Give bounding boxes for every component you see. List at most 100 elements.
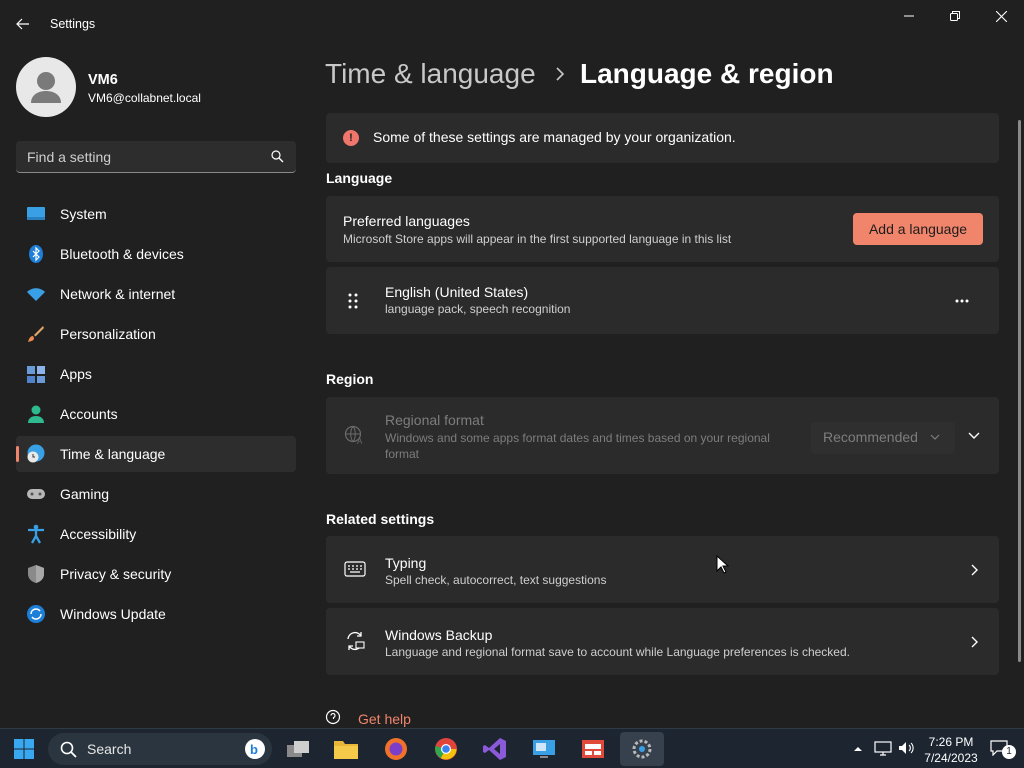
taskbar-search-label: Search: [87, 741, 132, 757]
section-label-region: Region: [326, 371, 374, 387]
sidebar-item-label: Apps: [60, 366, 92, 382]
back-button[interactable]: [8, 10, 38, 38]
chevron-right-icon: [971, 564, 978, 576]
file-explorer-button[interactable]: [324, 732, 368, 766]
folder-icon: [334, 741, 358, 759]
search-box[interactable]: [16, 141, 296, 173]
clock-time: 7:26 PM: [928, 735, 974, 749]
preferred-languages-title: Preferred languages: [343, 213, 470, 229]
sidebar-item-accounts[interactable]: Accounts: [16, 396, 296, 432]
sidebar-item-label: Personalization: [60, 326, 156, 342]
sidebar-item-label: Bluetooth & devices: [60, 246, 184, 262]
sidebar-item-personalization[interactable]: Personalization: [16, 316, 296, 352]
network-status-icon[interactable]: [874, 740, 892, 756]
sidebar-item-bluetooth[interactable]: Bluetooth & devices: [16, 236, 296, 272]
sidebar-item-system[interactable]: System: [16, 196, 296, 232]
scrollbar[interactable]: [1018, 120, 1021, 662]
sidebar-item-label: Time & language: [60, 446, 166, 462]
info-bar-text: Some of these settings are managed by yo…: [373, 129, 736, 145]
windows-update-icon: [27, 605, 45, 623]
regional-format-desc-line1: Windows and some apps format dates and t…: [385, 431, 770, 445]
backup-title: Windows Backup: [385, 627, 493, 643]
show-hidden-icons-icon[interactable]: [853, 745, 863, 752]
avatar[interactable]: [16, 57, 76, 117]
language-features: language pack, speech recognition: [385, 302, 571, 316]
back-arrow-icon: [16, 18, 29, 30]
search-icon: [60, 741, 77, 758]
sidebar-item-accessibility[interactable]: Accessibility: [16, 516, 296, 552]
search-icon[interactable]: [271, 150, 284, 163]
sidebar-item-apps[interactable]: Apps: [16, 356, 296, 392]
tray-clock[interactable]: 7:26 PM 7/24/2023: [905, 734, 997, 766]
sidebar-item-windows-update[interactable]: Windows Update: [16, 596, 296, 632]
restore-icon: [950, 11, 960, 21]
svg-text:A: A: [357, 437, 363, 445]
taskbar: Search b 7:26 PM 7/24/2023 1: [0, 728, 1024, 768]
breadcrumb-parent[interactable]: Time & language: [325, 58, 536, 90]
task-view-icon: [287, 741, 309, 757]
news-app-button[interactable]: [571, 732, 615, 766]
sidebar-item-label: Windows Update: [60, 606, 166, 622]
regional-format-value: Recommended: [823, 429, 918, 445]
remote-desktop-icon: [533, 740, 555, 758]
minimize-button[interactable]: [886, 0, 932, 32]
sidebar-item-label: Network & internet: [60, 286, 176, 302]
restore-button[interactable]: [932, 0, 978, 32]
bing-icon: b: [245, 739, 265, 759]
chrome-icon: [435, 738, 457, 760]
shield-icon: [28, 565, 44, 583]
notification-center-button[interactable]: 1: [990, 738, 1016, 760]
sidebar-item-network[interactable]: Network & internet: [16, 276, 296, 312]
clock-date: 7/24/2023: [924, 751, 978, 765]
sidebar-item-gaming[interactable]: Gaming: [16, 476, 296, 512]
drag-handle-icon[interactable]: [348, 293, 358, 309]
firefox-button[interactable]: [374, 732, 418, 766]
apps-icon: [27, 366, 45, 383]
language-entry-card[interactable]: English (United States) language pack, s…: [326, 267, 999, 334]
add-language-button[interactable]: Add a language: [853, 213, 983, 245]
start-button[interactable]: [2, 732, 46, 766]
user-silhouette-icon: [31, 72, 61, 103]
sidebar-item-label: Accounts: [60, 406, 118, 422]
expand-chevron-icon[interactable]: [968, 432, 980, 440]
remote-app-button[interactable]: [522, 732, 566, 766]
chevron-down-icon: [930, 434, 940, 440]
chrome-button[interactable]: [424, 732, 468, 766]
taskbar-search[interactable]: Search b: [48, 733, 272, 765]
task-view-button[interactable]: [276, 732, 320, 766]
sidebar-item-time-language[interactable]: Time & language: [16, 436, 296, 472]
visual-studio-button[interactable]: [473, 732, 517, 766]
get-help-icon: [325, 709, 341, 725]
regional-format-card: A Regional format Windows and some apps …: [326, 397, 999, 474]
breadcrumb-chevron-icon: [556, 67, 565, 81]
settings-app-button[interactable]: [620, 732, 664, 766]
settings-gear-icon: [632, 739, 652, 759]
section-label-language: Language: [326, 170, 393, 186]
chevron-right-icon: [971, 636, 978, 648]
visual-studio-icon: [483, 738, 506, 760]
regional-format-icon: A: [344, 425, 363, 445]
profile-email: VM6@collabnet.local: [88, 91, 201, 105]
minimize-icon: [904, 15, 914, 17]
app-title: Settings: [50, 17, 96, 31]
news-icon: [582, 740, 604, 758]
close-button[interactable]: [978, 0, 1024, 32]
related-item-typing[interactable]: Typing Spell check, autocorrect, text su…: [326, 536, 999, 603]
windows-logo-icon: [14, 739, 34, 759]
bluetooth-icon: [29, 245, 43, 263]
accounts-icon: [28, 405, 44, 423]
notification-badge: 1: [1002, 745, 1016, 759]
mouse-cursor-icon: [716, 555, 730, 574]
managed-info-bar: ! Some of these settings are managed by …: [326, 113, 999, 163]
close-icon: [995, 10, 1007, 22]
sidebar-item-privacy[interactable]: Privacy & security: [16, 556, 296, 592]
firefox-icon: [385, 738, 407, 760]
page-title: Language & region: [580, 58, 834, 89]
keyboard-icon: [344, 561, 366, 577]
related-item-windows-backup[interactable]: Windows Backup Language and regional for…: [326, 608, 999, 675]
get-help-link[interactable]: Get help: [358, 711, 411, 727]
selection-indicator: [16, 446, 19, 462]
more-options-icon[interactable]: [955, 299, 969, 303]
search-input[interactable]: [16, 141, 266, 172]
accessibility-icon: [28, 524, 44, 544]
